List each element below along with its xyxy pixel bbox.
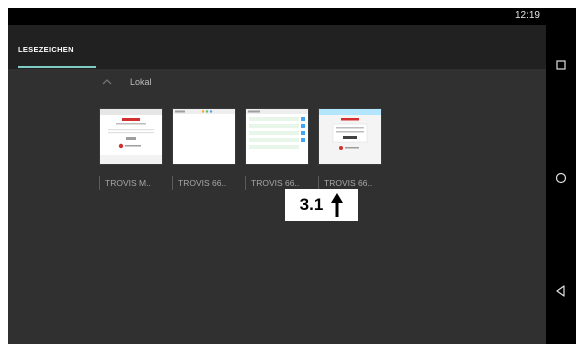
folder-label: Lokal [130, 77, 152, 87]
arrow-up-icon [331, 193, 344, 217]
bookmark-thumbnail [99, 108, 163, 165]
system-nav-bar [546, 8, 576, 344]
annotation-callout: 3.1 [285, 189, 358, 221]
bookmark-card[interactable]: TROVIS M.. [99, 108, 163, 190]
recents-icon[interactable] [554, 58, 568, 72]
bookmark-card[interactable]: TROVIS 66.. [245, 108, 309, 190]
bookmark-thumbnail [172, 108, 236, 165]
app-bar: LESEZEICHEN [8, 25, 546, 69]
back-icon[interactable] [554, 284, 568, 298]
browser-screen: 12:19 LESEZEICHEN Lokal TROVIS M.. TROVI… [8, 8, 546, 344]
status-bar: 12:19 [8, 8, 546, 25]
home-icon[interactable] [554, 171, 568, 185]
chevron-up-icon [102, 79, 112, 85]
bookmark-title: TROVIS 66.. [172, 176, 236, 190]
status-clock: 12:19 [514, 10, 540, 21]
bookmark-card[interactable]: TROVIS 66.. [318, 108, 382, 190]
annotation-label: 3.1 [299, 195, 324, 214]
tab-indicator [18, 66, 96, 68]
bookmark-title: TROVIS 66.. [318, 176, 382, 190]
bookmark-title: TROVIS 66.. [245, 176, 309, 190]
bookmark-title: TROVIS M.. [99, 176, 163, 190]
bookmark-card[interactable]: TROVIS 66.. [172, 108, 236, 190]
folder-header[interactable]: Lokal [100, 74, 152, 90]
bookmark-thumbnail [245, 108, 309, 165]
bookmark-thumbnail [318, 108, 382, 165]
tab-bookmarks[interactable]: LESEZEICHEN [18, 45, 74, 54]
